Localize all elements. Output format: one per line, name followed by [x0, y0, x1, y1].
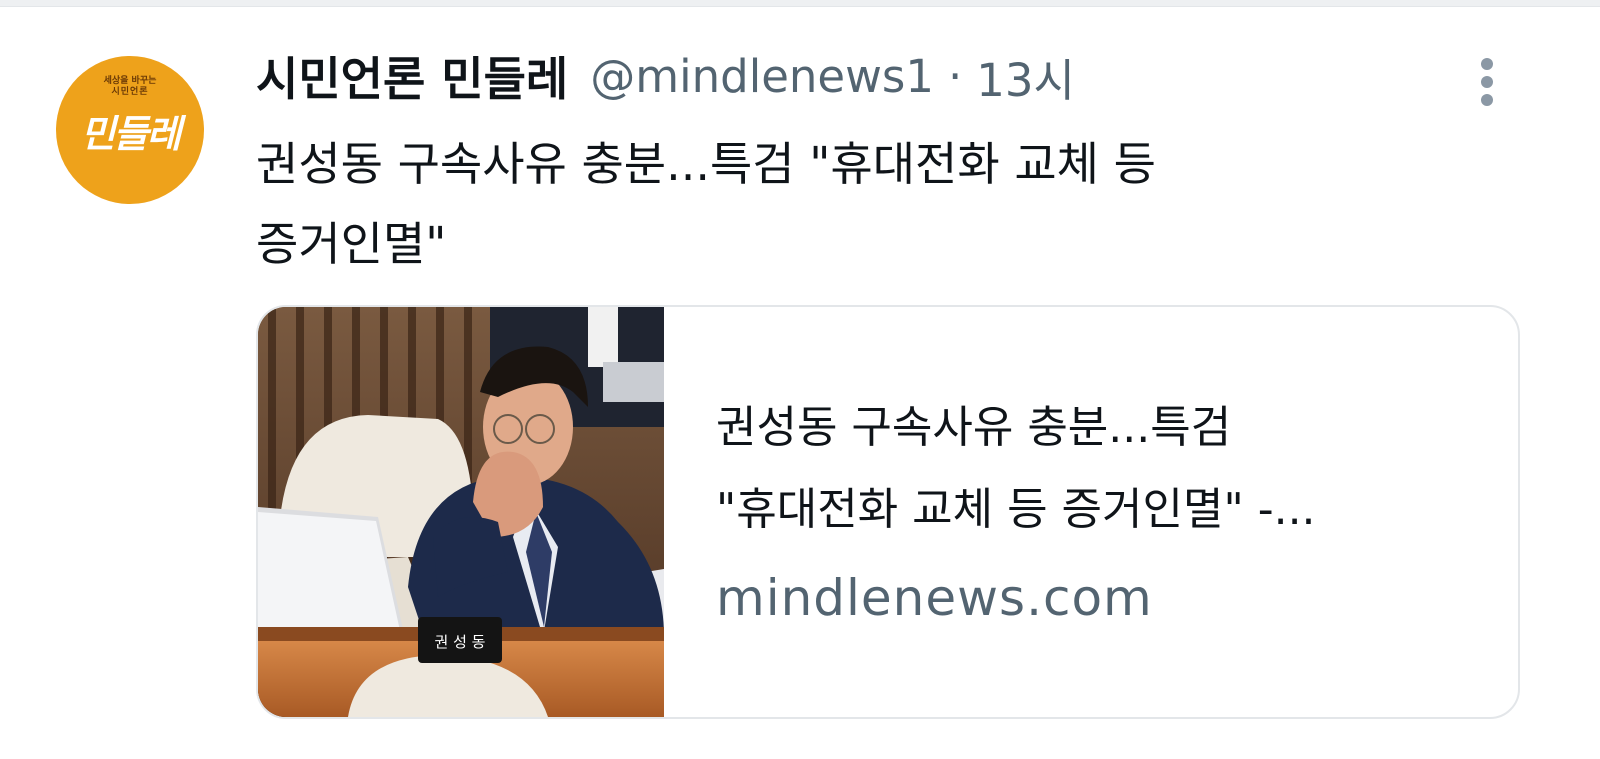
header-separator: · — [947, 49, 963, 103]
link-preview-card[interactable]: 권 성 동 권성동 구속사유 충분...특검 "휴대전화 교체 등 증거인멸" … — [256, 305, 1520, 719]
tweet-header: 시민언론 민들레 @mindlenews1 · 13시 — [256, 44, 1075, 108]
tweet-text-line: 증거인멸" — [256, 217, 447, 271]
nameplate-text: 권 성 동 — [435, 633, 486, 651]
timestamp[interactable]: 13시 — [976, 44, 1075, 109]
display-name[interactable]: 시민언론 민들레 — [256, 43, 568, 109]
card-title-line: "휴대전화 교체 등 증거인멸" -... — [716, 484, 1316, 535]
more-vertical-icon[interactable] — [1468, 54, 1508, 110]
avatar-name: 시민언론 — [111, 87, 149, 97]
avatar-logo: 민들레 — [80, 111, 182, 156]
card-image: 권 성 동 — [258, 307, 664, 717]
avatar[interactable]: 세상을 바꾸는 시민언론 민들레 — [56, 56, 204, 204]
card-title: 권성동 구속사유 충분...특검 "휴대전화 교체 등 증거인멸" -... — [716, 387, 1496, 551]
avatar-slogan: 세상을 바꾸는 — [103, 76, 157, 86]
tweet[interactable]: 세상을 바꾸는 시민언론 민들레 시민언론 민들레 @mindlenews1 ·… — [0, 0, 1600, 759]
card-domain[interactable]: mindlenews.com — [716, 569, 1153, 627]
tweet-text-line: 권성동 구속사유 충분...특검 "휴대전화 교체 등 — [256, 137, 1156, 191]
card-title-line: 권성동 구속사유 충분...특검 — [716, 402, 1232, 453]
account-handle[interactable]: @mindlenews1 — [590, 50, 934, 103]
tweet-text: 권성동 구속사유 충분...특검 "휴대전화 교체 등 증거인멸" — [256, 124, 1456, 284]
